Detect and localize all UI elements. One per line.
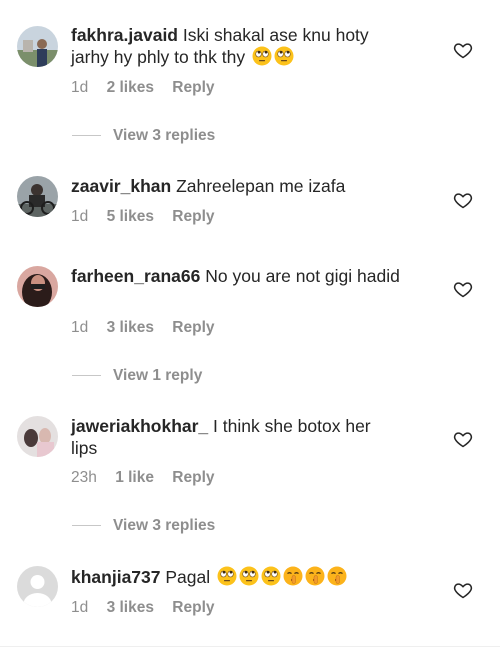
avatar[interactable] <box>17 566 58 607</box>
reply-button[interactable]: Reply <box>172 319 214 337</box>
comment-meta: 1d 3 likes Reply <box>71 319 215 337</box>
comment-body: Pagal <box>165 567 211 587</box>
comment-likes[interactable]: 5 likes <box>107 208 154 226</box>
avatar[interactable] <box>17 266 58 307</box>
comment-username[interactable]: khanjia737 <box>71 567 161 587</box>
comment-likes[interactable]: 3 likes <box>107 599 154 617</box>
view-replies-label: View 3 replies <box>113 127 216 144</box>
shushing-face-emoji <box>327 566 347 586</box>
comment-time: 1d <box>71 79 89 96</box>
comment-text: zaavir_khan Zahreelepan me izafa <box>71 175 401 197</box>
divider <box>0 646 500 647</box>
heart-outline-icon[interactable] <box>453 279 473 299</box>
comment-text: jaweriakhokhar_ I think she botox her li… <box>71 415 401 459</box>
comment-username[interactable]: farheen_rana66 <box>71 266 200 286</box>
view-replies-label: View 1 reply <box>113 367 203 384</box>
avatar-image <box>17 416 58 457</box>
comment-text: fakhra.javaid Iski shakal ase knu hoty j… <box>71 24 401 68</box>
comment-text: khanjia737 Pagal <box>71 566 401 588</box>
replies-divider <box>72 525 101 527</box>
reply-button[interactable]: Reply <box>172 208 214 226</box>
comment-username[interactable]: fakhra.javaid <box>71 25 178 45</box>
comment-meta: 1d 3 likes Reply <box>71 599 215 617</box>
avatar-image <box>17 176 58 217</box>
default-avatar-icon <box>17 566 58 607</box>
comment-time: 1d <box>71 208 89 225</box>
comment-text: farheen_rana66 No you are not gigi hadid <box>71 265 401 287</box>
shushing-face-emoji <box>305 566 325 586</box>
heart-outline-icon[interactable] <box>453 429 473 449</box>
face-with-rolling-eyes-emoji <box>217 566 237 586</box>
comment-username[interactable]: zaavir_khan <box>71 176 171 196</box>
heart-outline-icon[interactable] <box>453 40 473 60</box>
avatar[interactable] <box>17 26 58 67</box>
comment-likes[interactable]: 1 like <box>115 469 154 487</box>
view-replies-button[interactable]: View 3 replies <box>72 127 215 145</box>
view-replies-button[interactable]: View 1 reply <box>72 367 202 385</box>
heart-outline-icon[interactable] <box>453 190 473 210</box>
replies-divider <box>72 135 101 137</box>
comment-body: No you are not gigi hadid <box>205 266 400 286</box>
comment-meta: 1d 2 likes Reply <box>71 79 215 97</box>
comment-time: 23h <box>71 469 97 486</box>
comment-username[interactable]: jaweriakhokhar_ <box>71 416 208 436</box>
avatar[interactable] <box>17 416 58 457</box>
comment-likes[interactable]: 2 likes <box>107 79 154 97</box>
view-replies-button[interactable]: View 3 replies <box>72 517 215 535</box>
comment-time: 1d <box>71 319 89 336</box>
face-with-rolling-eyes-emoji <box>252 46 272 66</box>
comment-time: 1d <box>71 599 89 616</box>
avatar-image <box>17 26 58 67</box>
reply-button[interactable]: Reply <box>172 79 214 97</box>
avatar-image <box>17 266 58 307</box>
face-with-rolling-eyes-emoji <box>239 566 259 586</box>
avatar[interactable] <box>17 176 58 217</box>
comment-body: Zahreelepan me izafa <box>176 176 346 196</box>
heart-outline-icon[interactable] <box>453 580 473 600</box>
face-with-rolling-eyes-emoji <box>274 46 294 66</box>
reply-button[interactable]: Reply <box>172 469 214 487</box>
comment-likes[interactable]: 3 likes <box>107 319 154 337</box>
face-with-rolling-eyes-emoji <box>261 566 281 586</box>
comment-meta: 23h 1 like Reply <box>71 469 215 487</box>
shushing-face-emoji <box>283 566 303 586</box>
reply-button[interactable]: Reply <box>172 599 214 617</box>
comment-meta: 1d 5 likes Reply <box>71 208 215 226</box>
view-replies-label: View 3 replies <box>113 517 216 534</box>
replies-divider <box>72 375 101 377</box>
